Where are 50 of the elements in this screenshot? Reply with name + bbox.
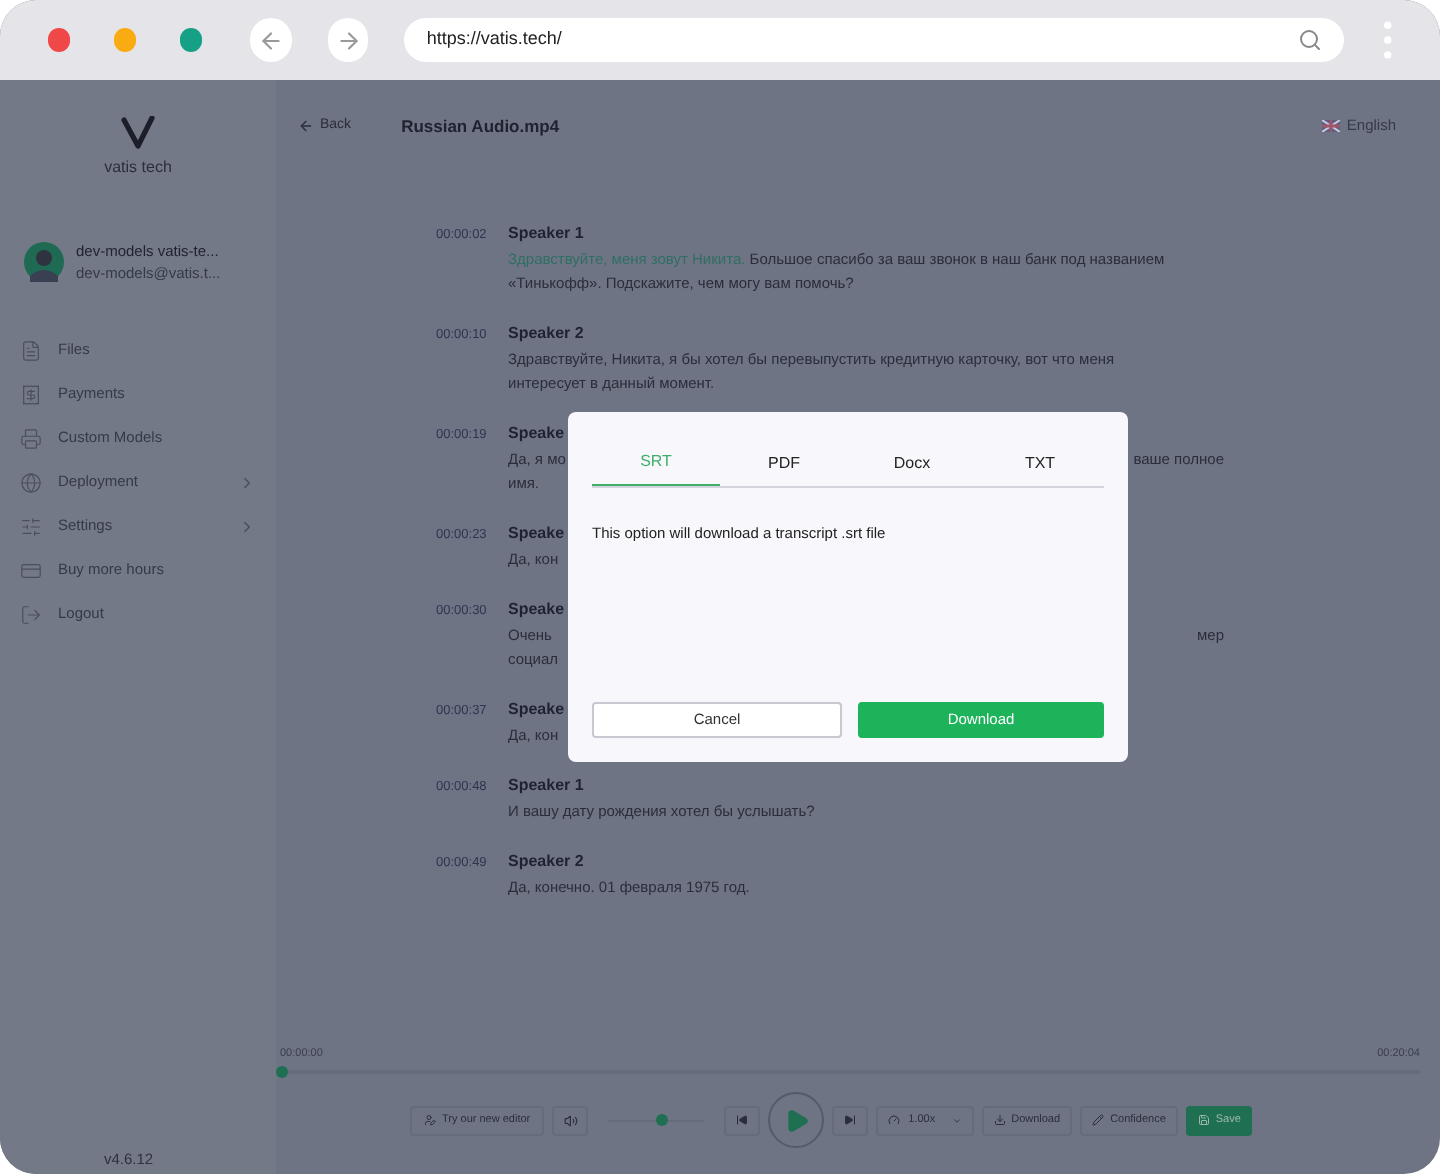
chevron-icon [238,473,256,491]
format-tab[interactable]: TXT [976,440,1104,486]
format-tab[interactable]: PDF [720,440,848,486]
format-tab[interactable]: Docx [848,440,976,486]
next-button[interactable] [832,1105,869,1136]
speaker-label: Speake [508,422,565,446]
download-icon [993,1114,1006,1127]
speaker-label: Speake [508,598,565,622]
flag-icon [1322,120,1341,132]
save-icon [1197,1114,1210,1127]
volume-button[interactable] [552,1105,589,1136]
back-arrow-icon [298,118,314,134]
logout-icon [20,603,42,625]
progress-thumb[interactable] [276,1066,288,1079]
volume-thumb[interactable] [655,1113,668,1126]
card-icon [20,559,42,581]
skip-forward-icon [844,1114,857,1127]
previous-button[interactable] [724,1105,761,1136]
file-title: Russian Audio.mp4 [401,113,560,139]
logo-icon [120,116,156,152]
caret-icon [951,1115,962,1126]
forward-nav-button[interactable] [327,18,369,62]
chevron-icon [238,517,256,535]
receipt-icon [20,383,42,405]
forward-arrow-icon [335,27,362,53]
avatar-icon [24,242,64,282]
globe-icon [20,471,42,493]
user-edit-icon [424,1114,436,1127]
gauge-icon [888,1114,901,1127]
sliders-icon [20,515,42,537]
skip-back-icon [736,1114,749,1127]
speaker-label: Speaker 2 [508,322,584,346]
speaker-label: Speaker 1 [508,222,584,246]
printer-icon [20,427,42,449]
speaker-label: Speake [508,522,565,546]
address-bar[interactable]: https://vatis.tech/ [404,18,1345,62]
speaker-label: Speaker 1 [508,774,584,798]
speaker-label: Speaker 2 [508,850,584,874]
play-button[interactable] [768,1092,825,1149]
format-tab[interactable]: SRT [592,440,720,486]
file-icon [20,339,42,361]
back-arrow-icon [258,27,285,53]
pencil-icon [1092,1114,1105,1127]
speaker-label: Speake [508,698,565,722]
url-text: https://vatis.tech/ [426,26,564,53]
back-nav-button[interactable] [250,18,292,62]
volume-icon [563,1113,578,1128]
play-icon [783,1107,810,1134]
logo-text: vatis tech [104,156,172,180]
search-icon[interactable] [1298,28,1323,52]
